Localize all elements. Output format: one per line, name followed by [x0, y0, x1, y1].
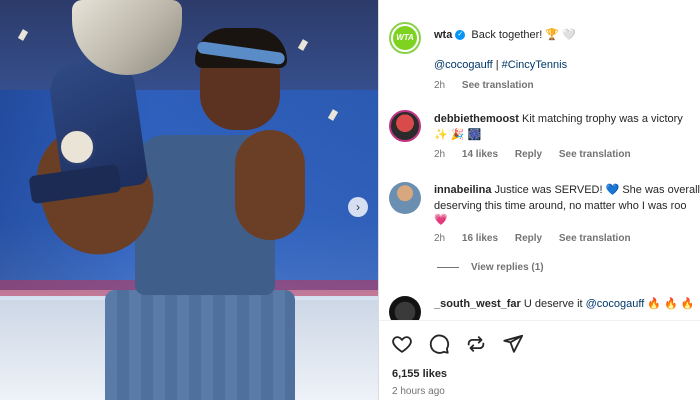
comment-likes[interactable]: 16 likes	[462, 233, 498, 244]
like-button[interactable]	[391, 333, 413, 355]
see-translation-link[interactable]: See translation	[462, 80, 534, 91]
post-timestamp: 2 hours ago	[392, 386, 445, 397]
comment-username[interactable]: _south_west_far	[434, 298, 521, 310]
likes-count[interactable]: 6,155 likes	[392, 368, 447, 380]
comment-time: 2h	[434, 149, 446, 160]
confetti	[297, 39, 309, 51]
actions-divider	[379, 320, 700, 321]
post-caption: WTA wta ✓ Back together! 🏆 🤍 @cocogauff |…	[389, 22, 700, 102]
player-arm	[235, 130, 305, 240]
comment-button[interactable]	[428, 333, 450, 355]
mention-link[interactable]: @cocogauff	[586, 298, 645, 310]
view-replies-button[interactable]: View replies (1)	[471, 262, 544, 273]
post-actions	[391, 333, 524, 355]
comment-username[interactable]: innabeilina	[434, 184, 491, 196]
avatar[interactable]: WTA	[389, 22, 421, 54]
share-button[interactable]	[502, 333, 524, 355]
paper-plane-icon	[503, 334, 524, 353]
comment-time: 2h	[434, 233, 446, 244]
avatar[interactable]	[389, 296, 421, 320]
see-translation-link[interactable]: See translation	[559, 149, 631, 160]
comment-text: Kit matching trophy was a victory	[522, 113, 683, 125]
reply-line-divider	[437, 266, 459, 268]
post-time: 2h	[434, 80, 446, 91]
repost-icon	[467, 336, 485, 352]
see-translation-link[interactable]: See translation	[559, 233, 631, 244]
comment-username[interactable]: debbiethemoost	[434, 113, 519, 125]
comment-emoji: 🔥 🔥 🔥	[647, 298, 695, 310]
comment-emoji: ✨ 🎉 🎆	[434, 129, 482, 141]
reply-button[interactable]: Reply	[515, 233, 542, 244]
heart-icon	[392, 336, 412, 353]
author-username[interactable]: wta	[434, 29, 452, 41]
repost-button[interactable]	[465, 333, 487, 355]
comment-text: Justice was SERVED! 💙 She was overall	[494, 184, 700, 196]
mention-link[interactable]: @cocogauff	[434, 59, 493, 71]
caption-text: Back together!	[471, 29, 543, 41]
avatar[interactable]	[389, 182, 421, 214]
post-photo[interactable]: ›	[0, 0, 378, 400]
chevron-right-icon: ›	[356, 200, 360, 214]
player-skirt	[105, 290, 295, 400]
verified-badge-icon: ✓	[455, 30, 466, 41]
comment-likes[interactable]: 14 likes	[462, 149, 498, 160]
wta-logo-icon: WTA	[393, 26, 417, 50]
comment-emoji: 💗	[434, 214, 448, 226]
caption-emoji: 🏆 🤍	[545, 29, 576, 41]
comments-scroll-area[interactable]: WTA wta ✓ Back together! 🏆 🤍 @cocogauff |…	[379, 0, 700, 320]
comments-panel: WTA wta ✓ Back together! 🏆 🤍 @cocogauff |…	[378, 0, 700, 400]
confetti	[17, 29, 29, 41]
comment-bubble-icon	[429, 334, 450, 354]
trophy-medallion	[58, 128, 96, 166]
avatar[interactable]	[389, 110, 421, 142]
comment-item: debbiethemoost Kit matching trophy was a…	[389, 108, 700, 168]
hashtag-link[interactable]: #CincyTennis	[502, 59, 567, 71]
comment-item: _south_west_far U deserve it @cocogauff …	[389, 294, 700, 320]
next-photo-button[interactable]: ›	[348, 197, 368, 217]
reply-button[interactable]: Reply	[515, 149, 542, 160]
comment-item: innabeilina Justice was SERVED! 💙 She wa…	[389, 180, 700, 280]
tag-separator: |	[495, 59, 499, 71]
comment-text: U deserve it	[523, 298, 583, 310]
